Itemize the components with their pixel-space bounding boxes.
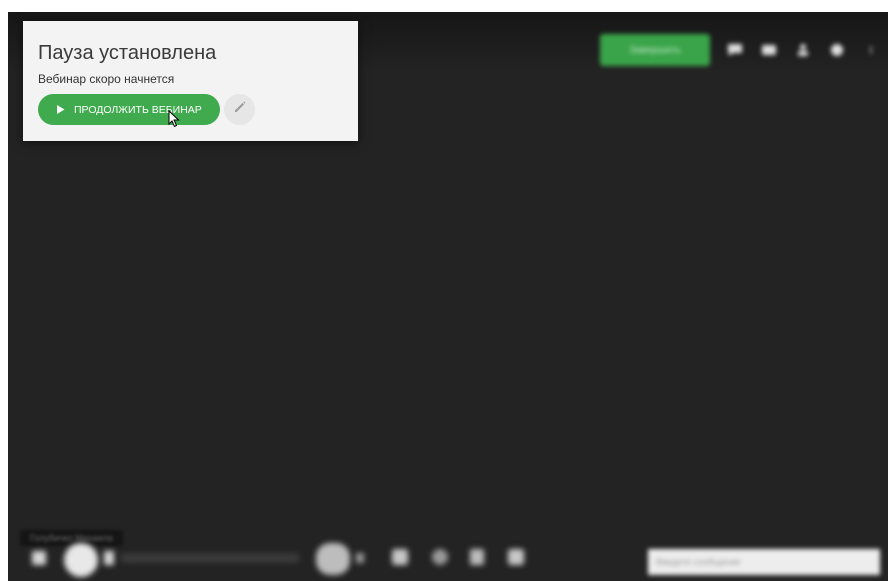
edit-pause-button[interactable] — [224, 94, 255, 125]
finish-webinar-button[interactable]: Завершить — [600, 34, 710, 66]
volume-slider[interactable] — [120, 553, 300, 563]
camera-icon[interactable] — [32, 551, 46, 565]
dropdown-icon[interactable] — [356, 553, 364, 563]
settings-icon[interactable] — [828, 42, 846, 58]
upload-icon[interactable] — [508, 549, 524, 565]
continue-webinar-label: ПРОДОЛЖИТЬ ВЕБИНАР — [74, 103, 202, 116]
continue-webinar-button[interactable]: ПРОДОЛЖИТЬ ВЕБИНАР — [38, 94, 220, 125]
screen-share-button[interactable] — [316, 543, 350, 575]
pause-title: Пауза установлена — [38, 42, 217, 64]
present-icon[interactable] — [392, 549, 408, 565]
user-icon[interactable] — [794, 42, 812, 58]
pause-card: Пауза установлена Вебинар скоро начнется… — [23, 21, 358, 141]
top-actions: Завершить — [600, 34, 880, 66]
record-toggle[interactable] — [64, 543, 98, 577]
chat-icon[interactable] — [726, 42, 744, 58]
play-icon — [56, 105, 65, 114]
pause-subtitle: Вебинар скоро начнется — [38, 72, 175, 86]
mic-icon[interactable] — [104, 551, 114, 565]
refresh-icon[interactable] — [432, 549, 448, 565]
pencil-icon — [233, 100, 247, 119]
chat-input[interactable]: Введите сообщение — [648, 549, 880, 575]
mouse-cursor-icon — [168, 110, 180, 128]
message-icon[interactable] — [760, 42, 778, 58]
close-icon[interactable] — [862, 42, 880, 58]
poll-icon[interactable] — [470, 549, 484, 565]
